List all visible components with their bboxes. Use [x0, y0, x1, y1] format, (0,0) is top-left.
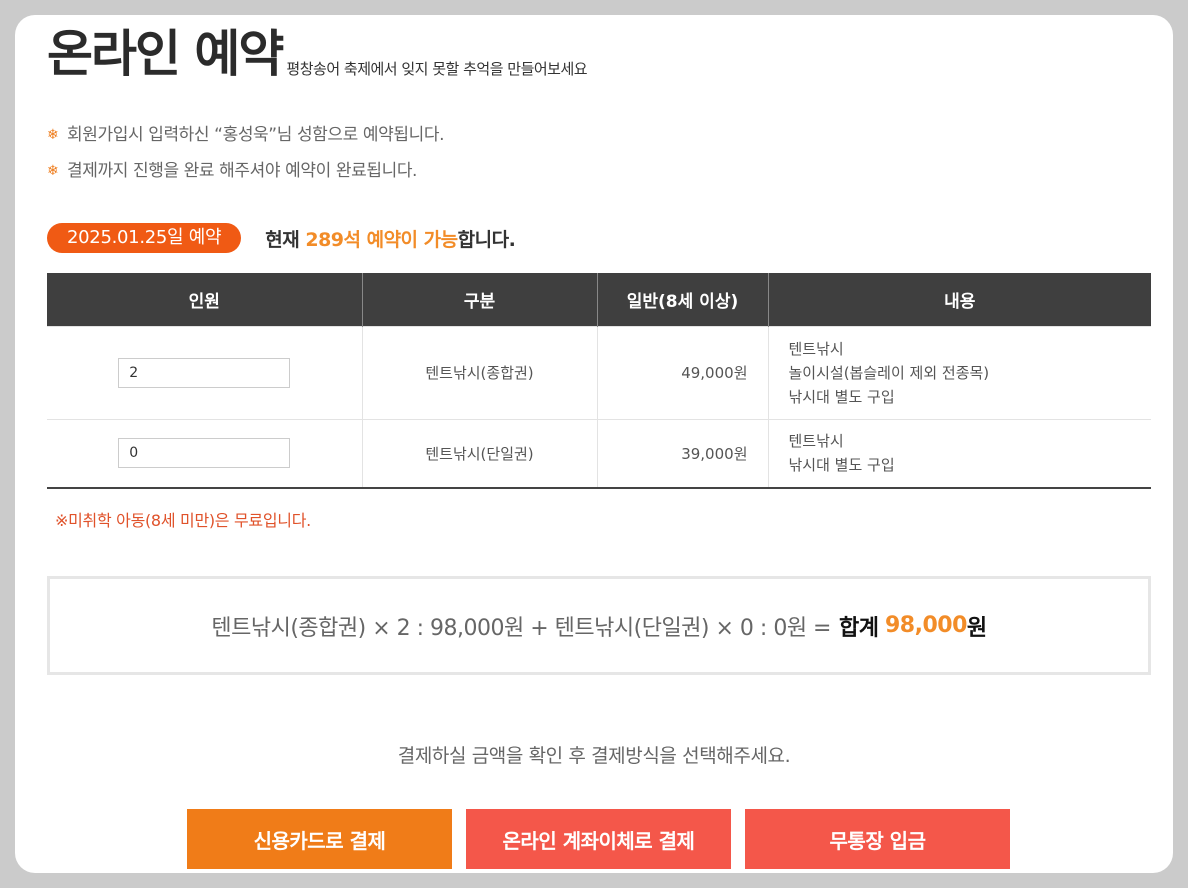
date-badge: 2025.01.25일 예약 — [47, 223, 242, 253]
bank-deposit-button[interactable]: 무통장 입금 — [745, 809, 1010, 869]
availability-highlight: 289석 예약이 가능 — [305, 228, 458, 251]
title-row: 온라인 예약 평창송어 축제에서 잊지 못할 추억을 만들어보세요 — [47, 23, 588, 85]
category-cell: 텐트낚시(종합권) — [361, 325, 597, 419]
availability-prefix: 현재 — [265, 228, 306, 251]
summary-formula: 텐트낚시(종합권) × 2 : 98,000원 + 텐트낚시(단일권) × 0 … — [211, 615, 831, 641]
description-line: 놀이시설(봅슬레이 제외 전종목) — [788, 363, 990, 382]
header-price: 일반(8세 이상) — [596, 273, 768, 326]
description-cell: 텐트낚시 낚시대 별도 구입 — [767, 418, 1151, 489]
qty-cell — [47, 325, 362, 419]
snowflake-bullet-icon: ❄ — [47, 163, 59, 179]
price-cell: 39,000원 — [596, 418, 768, 489]
availability-text: 현재 289석 예약이 가능합니다. — [265, 225, 516, 252]
reservation-panel: 온라인 예약 평창송어 축제에서 잊지 못할 추억을 만들어보세요 ❄ 회원가입… — [15, 15, 1173, 873]
free-admission-note: ※미취학 아동(8세 미만)은 무료입니다. — [55, 511, 311, 530]
table-header-row: 인원 구분 일반(8세 이상) 내용 — [47, 273, 1151, 326]
price-cell: 49,000원 — [596, 325, 768, 419]
header-people: 인원 — [47, 273, 362, 326]
table-row: 텐트낚시(단일권) 39,000원 텐트낚시 낚시대 별도 구입 — [47, 418, 1151, 489]
summary-total-label: 합계 — [839, 615, 879, 641]
notice-item: ❄ 회원가입시 입력하신 “홍성욱”님 성함으로 예약됩니다. — [47, 117, 445, 153]
category-cell: 텐트낚시(단일권) — [361, 418, 597, 489]
header-category: 구분 — [361, 273, 597, 326]
notice-list: ❄ 회원가입시 입력하신 “홍성욱”님 성함으로 예약됩니다. ❄ 결제까지 진… — [47, 117, 445, 189]
price-summary-box: 텐트낚시(종합권) × 2 : 98,000원 + 텐트낚시(단일권) × 0 … — [47, 576, 1151, 675]
credit-card-pay-button[interactable]: 신용카드로 결제 — [187, 809, 452, 869]
page-subtitle: 평창송어 축제에서 잊지 못할 추억을 만들어보세요 — [286, 60, 588, 78]
page-title: 온라인 예약 — [47, 25, 284, 83]
description-line: 텐트낚시 — [788, 339, 844, 358]
payment-button-row: 신용카드로 결제 온라인 계좌이체로 결제 무통장 입금 — [187, 809, 1010, 869]
quantity-input[interactable] — [118, 438, 291, 469]
table-row: 텐트낚시(종합권) 49,000원 텐트낚시 놀이시설(봅슬레이 제외 전종목)… — [47, 325, 1151, 419]
description-cell: 텐트낚시 놀이시설(봅슬레이 제외 전종목) 낚시대 별도 구입 — [767, 325, 1151, 419]
description-line: 낚시대 별도 구입 — [788, 456, 895, 475]
availability-suffix: 합니다. — [457, 228, 516, 251]
availability-row: 2025.01.25일 예약 현재 289석 예약이 가능합니다. — [47, 223, 516, 253]
notice-text: 결제까지 진행을 완료 해주셔야 예약이 완료됩니다. — [67, 161, 418, 181]
bank-transfer-pay-button[interactable]: 온라인 계좌이체로 결제 — [466, 809, 731, 869]
qty-cell — [47, 418, 362, 489]
summary-total-amount: 98,000 — [884, 613, 967, 638]
header-description: 내용 — [767, 273, 1151, 326]
quantity-input[interactable] — [118, 357, 291, 388]
notice-text: 회원가입시 입력하신 “홍성욱”님 성함으로 예약됩니다. — [67, 125, 445, 145]
payment-guide-text: 결제하실 금액을 확인 후 결제방식을 선택해주세요. — [397, 745, 791, 767]
notice-item: ❄ 결제까지 진행을 완료 해주셔야 예약이 완료됩니다. — [47, 153, 444, 189]
reservation-table: 인원 구분 일반(8세 이상) 내용 텐트낚시(종합권) 49,000원 텐트낚… — [47, 273, 1151, 489]
description-line: 낚시대 별도 구입 — [788, 387, 895, 406]
snowflake-bullet-icon: ❄ — [47, 127, 59, 143]
description-line: 텐트낚시 — [788, 432, 844, 451]
summary-won-unit: 원 — [966, 615, 987, 641]
